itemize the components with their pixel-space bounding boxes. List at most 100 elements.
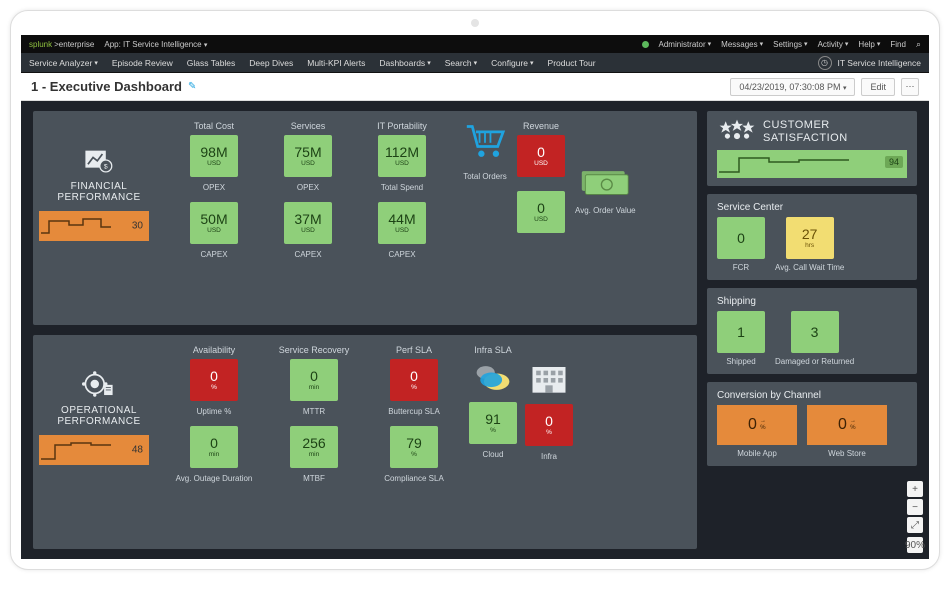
nav-glass-tables[interactable]: Glass Tables (187, 58, 236, 68)
zoom-reset-button[interactable]: ⤢ (907, 517, 923, 533)
kpi-tile-mobile[interactable]: 0 →% (717, 405, 797, 445)
kpi-tile[interactable]: 112MUSD (378, 135, 426, 177)
kpi-tile-returned[interactable]: 3 (791, 311, 839, 353)
revenue-label: Revenue (523, 121, 559, 131)
nav-dashboards[interactable]: Dashboards▾ (379, 58, 430, 68)
people-stars-icon (717, 119, 757, 144)
infra-label: Infra SLA (474, 345, 512, 355)
dashboard-canvas: $ FINANCIAL PERFORMANCE 30 (21, 101, 929, 559)
brand-sub: >enterprise (54, 40, 94, 49)
kpi-col: Service Recovery 0min MTTR 256min MTBF (269, 345, 359, 489)
kpi-tile-cloud[interactable]: 91% (469, 402, 517, 444)
kpi-tile-fcr[interactable]: 0 (717, 217, 765, 259)
customer-sat-panel: CUSTOMER SATISFACTION 94 (707, 111, 917, 186)
kpi-tile-shipped[interactable]: 1 (717, 311, 765, 353)
nav-search[interactable]: Search▾ (445, 58, 477, 68)
caret-down-icon: ▾ (474, 59, 478, 67)
shipping-panel: Shipping 1 Shipped 3 Damaged or Returned (707, 288, 917, 374)
edit-button[interactable]: Edit (861, 78, 895, 96)
kpi-tile[interactable]: 79% (390, 426, 438, 468)
trend-icon: →% (850, 418, 856, 431)
caret-down-icon: ▾ (845, 40, 849, 48)
cust-sparkline[interactable]: 94 (717, 150, 907, 178)
status-indicator-icon (642, 41, 649, 48)
zoom-level: 90% (907, 537, 923, 553)
svg-text:$: $ (104, 164, 108, 171)
kpi-tile[interactable]: 98MUSD (190, 135, 238, 177)
financial-sparkline[interactable]: 30 (39, 211, 149, 241)
kpi-col: Total Cost 98MUSD OPEX 50MUSD CAPEX (175, 121, 253, 265)
settings-menu[interactable]: Settings ▾ (773, 40, 807, 49)
app-title: IT Service Intelligence (838, 58, 921, 68)
money-icon (580, 167, 630, 200)
nav-service-analyzer[interactable]: Service Analyzer▾ (29, 58, 98, 68)
kpi-tile-infra[interactable]: 0% (525, 404, 573, 446)
kpi-tile[interactable]: 256min (290, 426, 338, 468)
operational-title: OPERATIONAL PERFORMANCE (39, 405, 159, 427)
caret-down-icon: ▾ (708, 40, 712, 48)
nav-configure[interactable]: Configure▾ (491, 58, 533, 68)
kpi-tile-wait[interactable]: 27hrs (786, 217, 834, 259)
kpi-tile[interactable]: 75MUSD (284, 135, 332, 177)
kpi-col: Perf SLA 0% Buttercup SLA 79% Compliance… (375, 345, 453, 489)
zoom-out-button[interactable]: − (907, 499, 923, 515)
title-bar: 1 - Executive Dashboard ✎ 04/23/2019, 07… (21, 73, 929, 101)
global-topbar: splunk>enterprise App: IT Service Intell… (21, 35, 929, 53)
help-menu[interactable]: Help ▾ (858, 40, 880, 49)
kpi-tile-orders[interactable]: 0USD (517, 135, 565, 177)
messages-menu[interactable]: Messages ▾ (721, 40, 763, 49)
cart-icon (463, 121, 507, 166)
caret-down-icon: ▾ (877, 40, 881, 48)
financial-icon: $ (39, 145, 159, 175)
admin-menu[interactable]: Administrator ▾ (659, 40, 712, 49)
kpi-tile[interactable]: 44MUSD (378, 202, 426, 244)
kpi-tile[interactable]: 0% (190, 359, 238, 401)
device-camera (471, 19, 479, 27)
cloud-icon (473, 361, 513, 400)
cust-sat-title: CUSTOMER SATISFACTION (763, 119, 907, 143)
financial-panel: $ FINANCIAL PERFORMANCE 30 (33, 111, 697, 325)
nav-multi-kpi-alerts[interactable]: Multi-KPI Alerts (307, 58, 365, 68)
service-center-panel: Service Center 0 FCR 27hrs Avg. Call Wai… (707, 194, 917, 280)
caret-down-icon: ▾ (204, 42, 208, 49)
zoom-controls: + − ⤢ 90% (907, 481, 923, 553)
caret-down-icon: ▾ (843, 85, 847, 92)
more-button[interactable]: ⋯ (901, 78, 919, 96)
kpi-tile-avg-order[interactable]: 0USD (517, 191, 565, 233)
kpi-tile[interactable]: 37MUSD (284, 202, 332, 244)
operational-sparkline[interactable]: 48 (39, 435, 149, 465)
edit-title-icon[interactable]: ✎ (188, 81, 196, 92)
nav-product-tour[interactable]: Product Tour (548, 58, 596, 68)
activity-menu[interactable]: Activity ▾ (818, 40, 849, 49)
caret-down-icon: ▾ (760, 40, 764, 48)
caret-down-icon: ▾ (427, 59, 431, 67)
kpi-tile[interactable]: 50MUSD (190, 202, 238, 244)
kpi-tile[interactable]: 0min (290, 359, 338, 401)
kpi-tile[interactable]: 0min (190, 426, 238, 468)
brand-main: splunk (29, 40, 52, 49)
time-range-picker[interactable]: 04/23/2019, 07:30:08 PM ▾ (730, 78, 855, 96)
nav-deep-dives[interactable]: Deep Dives (249, 58, 293, 68)
nav-episode-review[interactable]: Episode Review (112, 58, 173, 68)
caret-down-icon: ▾ (94, 59, 98, 67)
brand[interactable]: splunk>enterprise (29, 40, 94, 49)
conversion-panel: Conversion by Channel 0 →% Mobile App (707, 382, 917, 466)
kpi-tile[interactable]: 0% (390, 359, 438, 401)
kpi-col: IT Portability 112MUSD Total Spend 44MUS… (363, 121, 441, 265)
kpi-col: Availability 0% Uptime % 0min Avg. Outag… (175, 345, 253, 489)
kpi-tile-web[interactable]: 0 →% (807, 405, 887, 445)
caret-down-icon: ▾ (804, 40, 808, 48)
itsi-icon: ◷ (818, 56, 832, 70)
find-link[interactable]: Find (890, 40, 906, 49)
app-switcher[interactable]: App: IT Service Intelligence ▾ (104, 40, 207, 49)
zoom-in-button[interactable]: + (907, 481, 923, 497)
search-icon[interactable]: ⌕ (916, 39, 921, 50)
building-icon (527, 359, 571, 402)
operational-panel: OPERATIONAL PERFORMANCE 48 Availability (33, 335, 697, 549)
kpi-col: Services 75MUSD OPEX 37MUSD CAPEX (269, 121, 347, 265)
page-title: 1 - Executive Dashboard (31, 79, 182, 94)
operational-icon (39, 369, 159, 399)
trend-icon: →% (760, 418, 766, 431)
caret-down-icon: ▾ (530, 59, 534, 67)
financial-title: FINANCIAL PERFORMANCE (39, 181, 159, 203)
